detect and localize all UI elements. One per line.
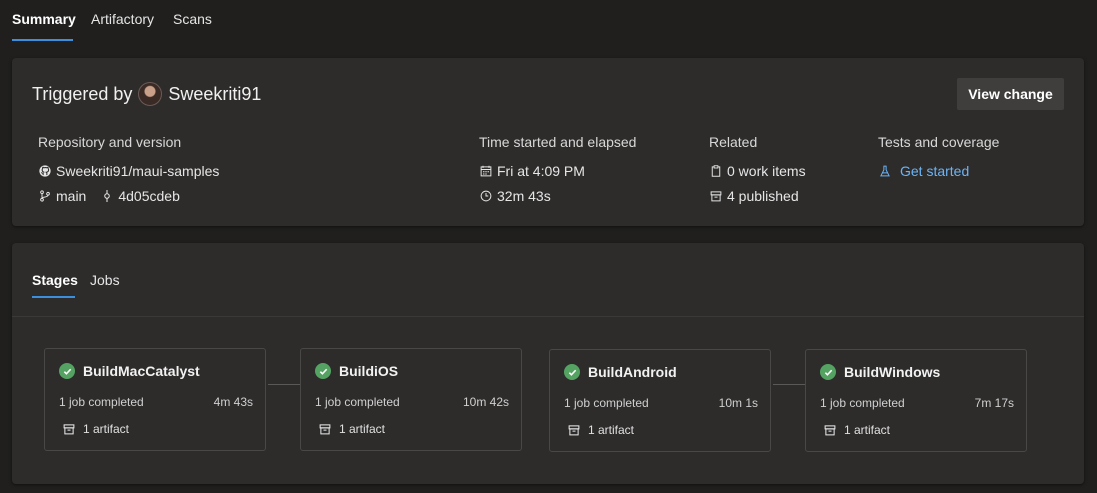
- stage-artifacts[interactable]: 1 artifact: [339, 422, 385, 436]
- success-check-icon: [564, 364, 580, 380]
- repository-section: Repository and version Sweekriti91/maui-…: [38, 134, 219, 208]
- tab-artifactory[interactable]: Artifactory: [91, 11, 154, 27]
- related-title: Related: [709, 134, 758, 150]
- view-change-button[interactable]: View change: [957, 78, 1064, 110]
- tests-section: Tests and coverage Get started: [878, 134, 999, 183]
- published-link[interactable]: 4 published: [727, 188, 799, 204]
- stage-card-buildios[interactable]: BuildiOS 1 job completed 10m 42s 1 artif…: [300, 348, 522, 451]
- stage-artifacts[interactable]: 1 artifact: [844, 423, 890, 437]
- stage-card-buildwindows[interactable]: BuildWindows 1 job completed 7m 17s 1 ar…: [805, 349, 1027, 452]
- success-check-icon: [315, 363, 331, 379]
- stage-jobs: 1 job completed: [820, 396, 905, 410]
- stage-jobs: 1 job completed: [315, 395, 400, 409]
- work-items-link[interactable]: 0 work items: [727, 163, 806, 179]
- stage-name: BuildMacCatalyst: [83, 363, 200, 379]
- start-time: Fri at 4:09 PM: [497, 162, 585, 179]
- stage-connector: [773, 384, 805, 385]
- elapsed-time: 32m 43s: [497, 187, 551, 204]
- commit-hash[interactable]: 4d05cdeb: [118, 188, 180, 204]
- stage-duration: 4m 43s: [213, 395, 253, 409]
- artifact-icon: [63, 424, 75, 435]
- tab-summary[interactable]: Summary: [12, 11, 76, 27]
- success-check-icon: [820, 364, 836, 380]
- avatar: [138, 82, 163, 106]
- triggered-label: Triggered by: [32, 83, 133, 104]
- artifact-icon: [319, 424, 331, 435]
- stages-card: Stages Jobs BuildMacCatalyst 1 job compl…: [12, 243, 1084, 484]
- tab-jobs[interactable]: Jobs: [90, 272, 120, 288]
- artifact-icon: [709, 189, 723, 203]
- stage-name: BuildWindows: [844, 364, 941, 380]
- time-title: Time started and elapsed: [479, 134, 637, 150]
- stage-name: BuildiOS: [339, 363, 399, 379]
- tab-stages[interactable]: Stages: [32, 272, 78, 288]
- stage-artifacts[interactable]: 1 artifact: [588, 423, 634, 437]
- github-icon: [38, 164, 52, 178]
- related-section: Related 0 work items 4 published: [709, 134, 806, 208]
- flask-icon: [878, 164, 892, 178]
- get-started-link[interactable]: Get started: [900, 163, 969, 179]
- artifact-icon: [824, 425, 836, 436]
- repository-title: Repository and version: [38, 134, 182, 150]
- clock-icon: [479, 189, 493, 203]
- artifact-icon: [568, 425, 580, 436]
- stage-card-buildmaccatalyst[interactable]: BuildMacCatalyst 1 job completed 4m 43s …: [44, 348, 266, 451]
- calendar-icon: [479, 164, 493, 178]
- stage-duration: 7m 17s: [974, 396, 1014, 410]
- time-section: Time started and elapsed Fri at 4:09 PM …: [479, 134, 636, 208]
- active-tab-indicator: [12, 39, 73, 41]
- branch-name[interactable]: main: [56, 188, 86, 204]
- run-summary-card: Triggered by Sweekriti91 View change Rep…: [12, 58, 1084, 226]
- stages-tab-bar: Stages Jobs: [12, 243, 1084, 317]
- tests-title: Tests and coverage: [878, 134, 1000, 150]
- top-tab-bar: Summary Artifactory Scans: [0, 0, 1097, 42]
- trigger-user[interactable]: Sweekriti91: [168, 84, 261, 105]
- clipboard-icon: [709, 164, 723, 178]
- stage-name: BuildAndroid: [588, 364, 677, 380]
- stage-card-buildandroid[interactable]: BuildAndroid 1 job completed 10m 1s 1 ar…: [549, 349, 771, 452]
- triggered-by: Triggered by Sweekriti91: [32, 82, 261, 106]
- commit-icon: [100, 189, 114, 203]
- stage-jobs: 1 job completed: [564, 396, 649, 410]
- branch-icon: [38, 189, 52, 203]
- tab-scans[interactable]: Scans: [173, 11, 212, 27]
- stage-artifacts[interactable]: 1 artifact: [83, 422, 129, 436]
- stage-duration: 10m 1s: [718, 396, 758, 410]
- stage-jobs: 1 job completed: [59, 395, 144, 409]
- success-check-icon: [59, 363, 75, 379]
- active-stage-tab-indicator: [32, 296, 75, 298]
- stage-duration: 10m 42s: [462, 395, 509, 409]
- stage-connector: [268, 384, 300, 385]
- repo-link[interactable]: Sweekriti91/maui-samples: [56, 163, 219, 179]
